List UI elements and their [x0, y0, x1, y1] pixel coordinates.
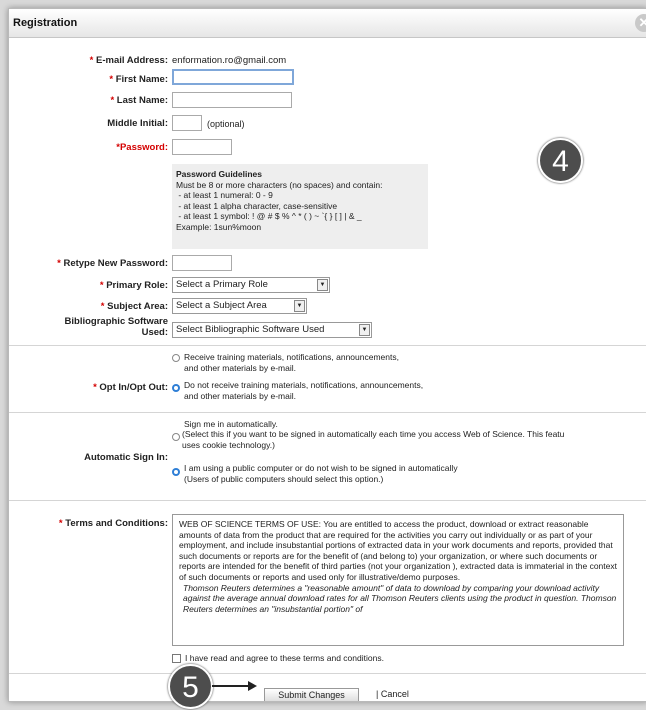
- primary-role-select[interactable]: Select a Primary Role ▼: [172, 277, 330, 293]
- password-guidelines-title: Password Guidelines: [176, 169, 262, 179]
- dialog-titlebar: Registration ✕: [9, 9, 646, 38]
- callout-badge-4: 4: [538, 138, 583, 183]
- first-name-input[interactable]: [172, 69, 294, 85]
- subject-area-value: Select a Subject Area: [176, 300, 267, 311]
- chevron-down-icon: ▼: [359, 324, 370, 336]
- auto-sign-in-radio-public[interactable]: [172, 468, 180, 476]
- close-icon[interactable]: ✕: [635, 14, 646, 32]
- dialog-title: Registration: [13, 17, 78, 29]
- bibliographic-value: Select Bibliographic Software Used: [176, 324, 325, 335]
- password-guideline-line: Must be 8 or more characters (no spaces)…: [176, 179, 383, 190]
- middle-initial-label: Middle Initial:: [107, 118, 168, 129]
- opt-in-radio-receive[interactable]: [172, 354, 180, 362]
- auto-sign-in-option-auto-detail: (Select this if you want to be signed in…: [182, 429, 565, 450]
- subject-area-label: * Subject Area:: [100, 301, 168, 312]
- retype-password-label: * Retype New Password:: [57, 258, 168, 269]
- password-guideline-line: - at least 1 symbol: ! @ # $ % ^ * ( ) ~…: [176, 211, 362, 221]
- password-guidelines: Password Guidelines Must be 8 or more ch…: [172, 164, 428, 249]
- password-guideline-line: - at least 1 alpha character, case-sensi…: [176, 200, 338, 211]
- opt-in-radio-do-not-receive[interactable]: [172, 384, 180, 392]
- agree-label: I have read and agree to these terms and…: [185, 653, 384, 663]
- primary-role-value: Select a Primary Role: [176, 279, 268, 290]
- password-input[interactable]: [172, 139, 232, 155]
- arrow-right-icon: [248, 681, 257, 691]
- auto-sign-in-option-auto: Sign me in automatically.: [184, 419, 278, 429]
- opt-in-option-do-not-receive: Do not receive training materials, notif…: [184, 380, 424, 401]
- callout-arrow-line: [212, 685, 252, 687]
- terms-italic-text: Thomson Reuters determines a "reasonable…: [183, 582, 617, 614]
- subject-area-select[interactable]: Select a Subject Area ▼: [172, 298, 307, 314]
- email-value: enformation.ro@gmail.com: [172, 55, 287, 66]
- email-label: * E-mail Address:: [89, 55, 168, 66]
- password-label: *Password:: [116, 142, 168, 153]
- registration-dialog: Registration ✕ * E-mail Address: enforma…: [8, 8, 646, 702]
- terms-textarea[interactable]: WEB OF SCIENCE TERMS OF USE: You are ent…: [172, 514, 624, 646]
- middle-initial-input[interactable]: [172, 115, 202, 131]
- password-guideline-line: Example: 1sun%moon: [176, 221, 262, 232]
- retype-password-input[interactable]: [172, 255, 232, 271]
- password-guideline-line: - at least 1 numeral: 0 - 9: [176, 190, 273, 200]
- cancel-link[interactable]: | Cancel: [376, 689, 409, 699]
- terms-text: WEB OF SCIENCE TERMS OF USE: You are ent…: [179, 519, 617, 582]
- primary-role-label: * Primary Role:: [99, 280, 168, 291]
- auto-sign-in-radio-auto[interactable]: [172, 433, 180, 441]
- last-name-label: * Last Name:: [110, 95, 168, 106]
- bibliographic-label: Bibliographic Software Used:: [64, 316, 168, 338]
- chevron-down-icon: ▼: [294, 300, 305, 312]
- agree-checkbox[interactable]: [172, 654, 181, 663]
- terms-label: * Terms and Conditions:: [58, 518, 168, 529]
- divider: [9, 345, 646, 346]
- opt-in-option-receive: Receive training materials, notification…: [184, 352, 399, 373]
- chevron-down-icon: ▼: [317, 279, 328, 291]
- first-name-label: * First Name:: [109, 74, 168, 85]
- callout-badge-5: 5: [168, 664, 213, 709]
- last-name-input[interactable]: [172, 92, 292, 108]
- opt-in-label: * Opt In/Opt Out:: [93, 382, 168, 393]
- auto-sign-in-label: Automatic Sign In:: [84, 452, 168, 463]
- divider: [9, 673, 646, 674]
- auto-sign-in-option-public: I am using a public computer or do not w…: [184, 463, 458, 484]
- middle-initial-hint: (optional): [207, 119, 245, 129]
- divider: [9, 412, 646, 413]
- divider: [9, 500, 646, 501]
- bibliographic-select[interactable]: Select Bibliographic Software Used ▼: [172, 322, 372, 338]
